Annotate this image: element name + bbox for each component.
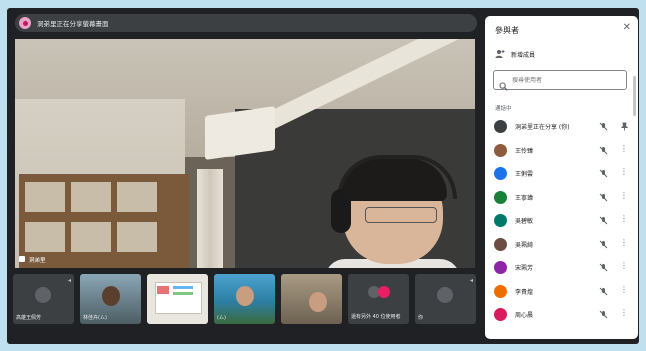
avatar [494,308,507,322]
more-options-icon[interactable]: ⋮ [620,214,628,224]
more-options-icon[interactable]: ⋮ [620,167,628,177]
participant-name: 洞弟里正在分享 (你) [515,124,570,132]
main-video[interactable]: 洞弟里 [15,39,475,268]
mic-icon [19,256,25,262]
mic-off-icon[interactable] [599,310,608,319]
scrollbar[interactable] [633,76,636,116]
self-tile[interactable]: ◂ 你 [415,274,476,324]
filmstrip-tile[interactable]: (ㄙ) [214,274,275,324]
participant-row[interactable]: 宋珮芳 ⋮ [485,256,638,280]
presenting-banner[interactable]: 洞弟里正在分享螢幕畫面 [15,14,477,32]
participant-name: 吳碧敏 [515,218,534,226]
mic-off-icon[interactable] [599,287,608,296]
tile-caption: (ㄙ) [217,315,226,321]
participant-name: 宋珮芳 [515,265,534,273]
more-options-icon[interactable]: ⋮ [620,261,628,271]
avatar [494,190,507,204]
in-call-label: 通話中 [495,106,512,112]
search-box[interactable] [493,70,627,91]
more-options-icon[interactable]: ⋮ [620,144,628,154]
pin-icon[interactable]: ◂ [68,277,71,284]
panel-title: 參與者 [495,26,519,35]
avatar [494,284,507,298]
mic-off-icon[interactable] [599,193,608,202]
participant-name: 王俐雲 [515,171,534,179]
mic-off-icon[interactable] [599,263,608,272]
participants-panel: 參與者 ✕ 新增成員 通話中 洞弟里正在分享 (你) [485,16,638,339]
tile-caption: 你 [418,315,424,321]
avatar [494,167,507,181]
mic-off-icon[interactable] [599,122,608,131]
meet-window: 洞弟里正在分享螢幕畫面 洞弟里 ◂ 高雄王佩芳 林佳卉(ㄙ) (ㄙ) 還有另外 … [7,8,639,344]
participant-row[interactable]: 洞弟里正在分享 (你) [485,115,638,139]
filmstrip-tile[interactable] [281,274,342,324]
filmstrip-tile[interactable] [147,274,208,324]
mic-off-icon[interactable] [599,146,608,155]
pin-icon[interactable]: ◂ [470,277,473,284]
participant-name: 王伶臻 [515,147,534,155]
participant-list: 洞弟里正在分享 (你) 王伶臻 ⋮ 王俐雲 ⋮ 王寧瑋 ⋮ 吳碧敏 ⋮ 吳珮綺 … [485,115,638,327]
more-options-icon[interactable]: ⋮ [620,285,628,295]
avatar [494,237,507,251]
presenting-text: 洞弟里正在分享螢幕畫面 [37,20,109,28]
close-icon[interactable]: ✕ [623,22,631,33]
avatar [494,214,507,228]
filmstrip-tile[interactable]: 林佳卉(ㄙ) [80,274,141,324]
participant-row[interactable]: 周心晨 ⋮ [485,303,638,327]
bookshelf [19,174,189,268]
avatar [494,120,507,134]
participant-row[interactable]: 吳珮綺 ⋮ [485,233,638,257]
search-input[interactable] [512,76,612,84]
more-participants-tile[interactable]: 還有另外 40 位使用者 [348,274,409,324]
add-people-button[interactable]: 新增成員 [495,49,535,59]
more-options-icon[interactable]: ⋮ [620,191,628,201]
mic-off-icon[interactable] [599,240,608,249]
participant-name: 李貴煌 [515,288,534,296]
main-video-name: 洞弟里 [29,258,46,264]
filmstrip-tile[interactable]: ◂ 高雄王佩芳 [13,274,74,324]
participant-row[interactable]: 王寧瑋 ⋮ [485,186,638,210]
mic-off-icon[interactable] [599,216,608,225]
pin-icon[interactable] [620,122,629,131]
tile-caption: 林佳卉(ㄙ) [83,315,107,321]
avatar [494,261,507,275]
tile-caption: 高雄王佩芳 [16,315,42,321]
filmstrip: ◂ 高雄王佩芳 林佳卉(ㄙ) (ㄙ) 還有另外 40 位使用者 ◂ 你 [13,274,477,326]
presenter-avatar [19,17,31,29]
tile-caption: 還有另外 40 位使用者 [351,314,401,320]
participant-row[interactable]: 王伶臻 ⋮ [485,139,638,163]
participant-name: 吳珮綺 [515,241,534,249]
avatar [494,143,507,157]
more-options-icon[interactable]: ⋮ [620,308,628,318]
speaker-person [325,155,460,268]
mic-off-icon[interactable] [599,169,608,178]
search-icon [499,76,508,91]
participant-row[interactable]: 李貴煌 ⋮ [485,280,638,304]
participant-row[interactable]: 王俐雲 ⋮ [485,162,638,186]
add-person-icon [495,49,505,59]
more-options-icon[interactable]: ⋮ [620,238,628,248]
participant-name: 王寧瑋 [515,194,534,202]
participant-row[interactable]: 吳碧敏 ⋮ [485,209,638,233]
participant-name: 周心晨 [515,312,534,320]
add-people-label: 新增成員 [511,51,536,59]
